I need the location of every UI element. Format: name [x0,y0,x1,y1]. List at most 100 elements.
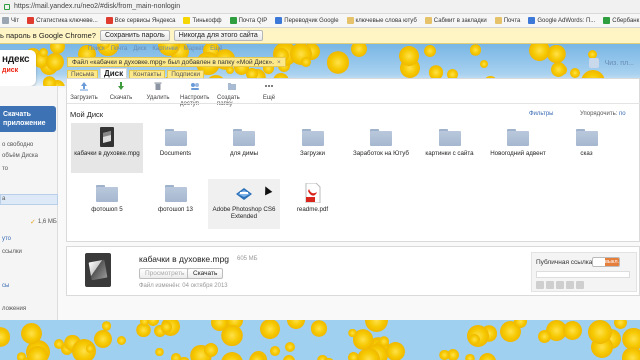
file-name: сказ [580,150,593,157]
file-name: readme.pdf [296,206,329,213]
sidebar-item-links[interactable]: ссылки [2,249,22,255]
file-name: Загрузки [300,150,325,157]
share-icon[interactable] [536,281,544,289]
file-item[interactable]: фотошоп 13 [140,179,212,229]
dandelion-icon [550,62,566,78]
address-bar[interactable]: https://mail.yandex.ru/neo2/#disk/from_m… [0,0,640,14]
public-link-field[interactable] [536,271,630,278]
upload-icon [79,81,89,93]
save-password-question: ь пароль в Google Chrome? [0,31,96,40]
public-link-label: Публичная ссылка [536,259,593,266]
file-added-notice: Файл «кабачки в духовке.mpg» был добавле… [67,57,286,67]
more-icon [264,81,274,93]
service-link[interactable]: Маркет [184,46,204,52]
dandelion-icon [310,320,328,337]
sidebar-item-7[interactable]: сы [2,283,9,289]
bookmark-item[interactable]: Тинькофф [183,17,222,24]
new-folder-icon [227,81,237,93]
file-item[interactable]: кабачки в духовке.mpg [71,123,143,173]
bookmark-item[interactable]: Google AdWords: П... [528,17,595,24]
service-link[interactable]: Картинки [152,46,177,52]
file-item[interactable]: Загрузки [277,123,349,173]
user-name[interactable]: Чиз. пл... [605,60,634,67]
sidebar-item-3[interactable]: то [2,166,8,172]
dandelion-icon [221,324,243,346]
services-menu: Поиск Почта Диск Картинки Маркет Ещё [88,46,222,52]
file-item[interactable]: Заработок на Ютуб [345,123,417,173]
dandelion-icon [537,329,551,343]
yandex-disk-logo[interactable]: ндекс диск [0,50,36,86]
bookmark-item[interactable]: Сбербанк ОнЛ@йн [603,17,640,24]
share-icon[interactable] [556,281,564,289]
dandelion-icon [439,349,450,360]
public-link-box: Публичная ссылка выкл. [531,252,637,292]
service-link[interactable]: Диск [133,46,146,52]
share-icon[interactable] [546,281,554,289]
file-item[interactable]: фотошоп 5 [71,179,143,229]
file-item[interactable]: Новогодний адвент [482,123,554,173]
file-item[interactable]: для димы [208,123,280,173]
toolbar-button-delete[interactable]: Удалить [143,81,173,101]
file-item[interactable]: readme.pdf [277,179,349,229]
toolbar-button-label: Загрузить [70,95,98,101]
download-app-button[interactable]: Скачать приложение [0,106,56,132]
file-name: для димы [229,150,259,157]
sidebar-item-apps[interactable]: ложения [2,306,26,312]
service-link[interactable]: Почта [111,46,128,52]
logo-subtitle: диск [2,67,19,74]
pdf-file-icon [301,182,325,204]
sort-label: Упорядочить: [580,111,618,117]
folder-icon [506,126,530,148]
bookmark-item[interactable]: Чіт [2,17,19,24]
never-save-button[interactable]: Никогда для этого сайта [173,30,263,41]
breadcrumb[interactable]: Мой Диск [70,110,103,119]
dandelion-icon [614,320,628,329]
toolbar-button-more[interactable]: Ещё [254,81,284,101]
share-icon[interactable] [576,281,584,289]
file-name: картинки с сайта [425,150,474,157]
save-password-button[interactable]: Сохранить пароль [99,30,170,41]
file-item[interactable]: сказ [551,123,623,173]
sort-value[interactable]: по [619,111,626,117]
dandelion-icon [26,346,49,360]
dandelion-icon [46,52,65,71]
dandelion-icon [399,46,419,66]
bookmark-item[interactable]: ключевые слова ютуб [346,17,417,24]
share-icon[interactable] [566,281,574,289]
bookmark-favicon-icon [229,17,237,24]
bookmark-item[interactable]: Переводчик Google [275,17,339,24]
avatar[interactable] [588,58,599,68]
filters-link[interactable]: Фильтры [529,111,553,117]
close-icon[interactable]: × [277,59,281,66]
toolbar-button-upload[interactable]: Загрузить [69,81,99,101]
bookmark-item[interactable]: Статистика ключеве... [27,17,98,24]
dandelion-icon [155,347,164,357]
bookmark-favicon-icon [494,17,502,24]
sidebar-item-5[interactable]: уто [2,236,11,242]
sidebar-selected-item[interactable] [0,194,58,205]
public-link-toggle[interactable]: выкл. [592,257,620,267]
dandelion-icon [283,354,296,360]
file-browser: Загрузить Скачать Удалить Настроить доступ С… [66,78,640,242]
share-buttons [536,281,584,289]
file-item[interactable]: картинки с сайта [414,123,486,173]
file-item[interactable]: Documents [140,123,212,173]
download-button[interactable]: Скачать [187,268,224,279]
bookmark-favicon-icon [183,17,191,24]
toggle-on-side [593,258,605,266]
bookmark-item[interactable]: Все сервисы Яндекса [105,17,175,24]
toolbar-button-download[interactable]: Скачать [106,81,136,101]
sidebar-item-4[interactable]: а [2,196,5,202]
view-button[interactable]: Просмотреть [139,268,191,279]
bookmark-label: Переводчик Google [284,17,339,24]
bookmark-item[interactable]: Почта [494,17,520,24]
sort-control[interactable]: Упорядочить: по [580,111,626,117]
url-text[interactable]: https://mail.yandex.ru/neo2/#disk/from_m… [14,3,180,10]
service-link[interactable]: Ещё [210,46,222,52]
footer-dandelions [0,320,640,360]
bookmark-item[interactable]: Сабмит в закладки [424,17,487,24]
user-area[interactable]: Чиз. пл... [588,58,634,68]
service-link[interactable]: Поиск [88,46,105,52]
bookmark-item[interactable]: Почта QIP [229,17,267,24]
dandelion-icon [357,348,380,360]
